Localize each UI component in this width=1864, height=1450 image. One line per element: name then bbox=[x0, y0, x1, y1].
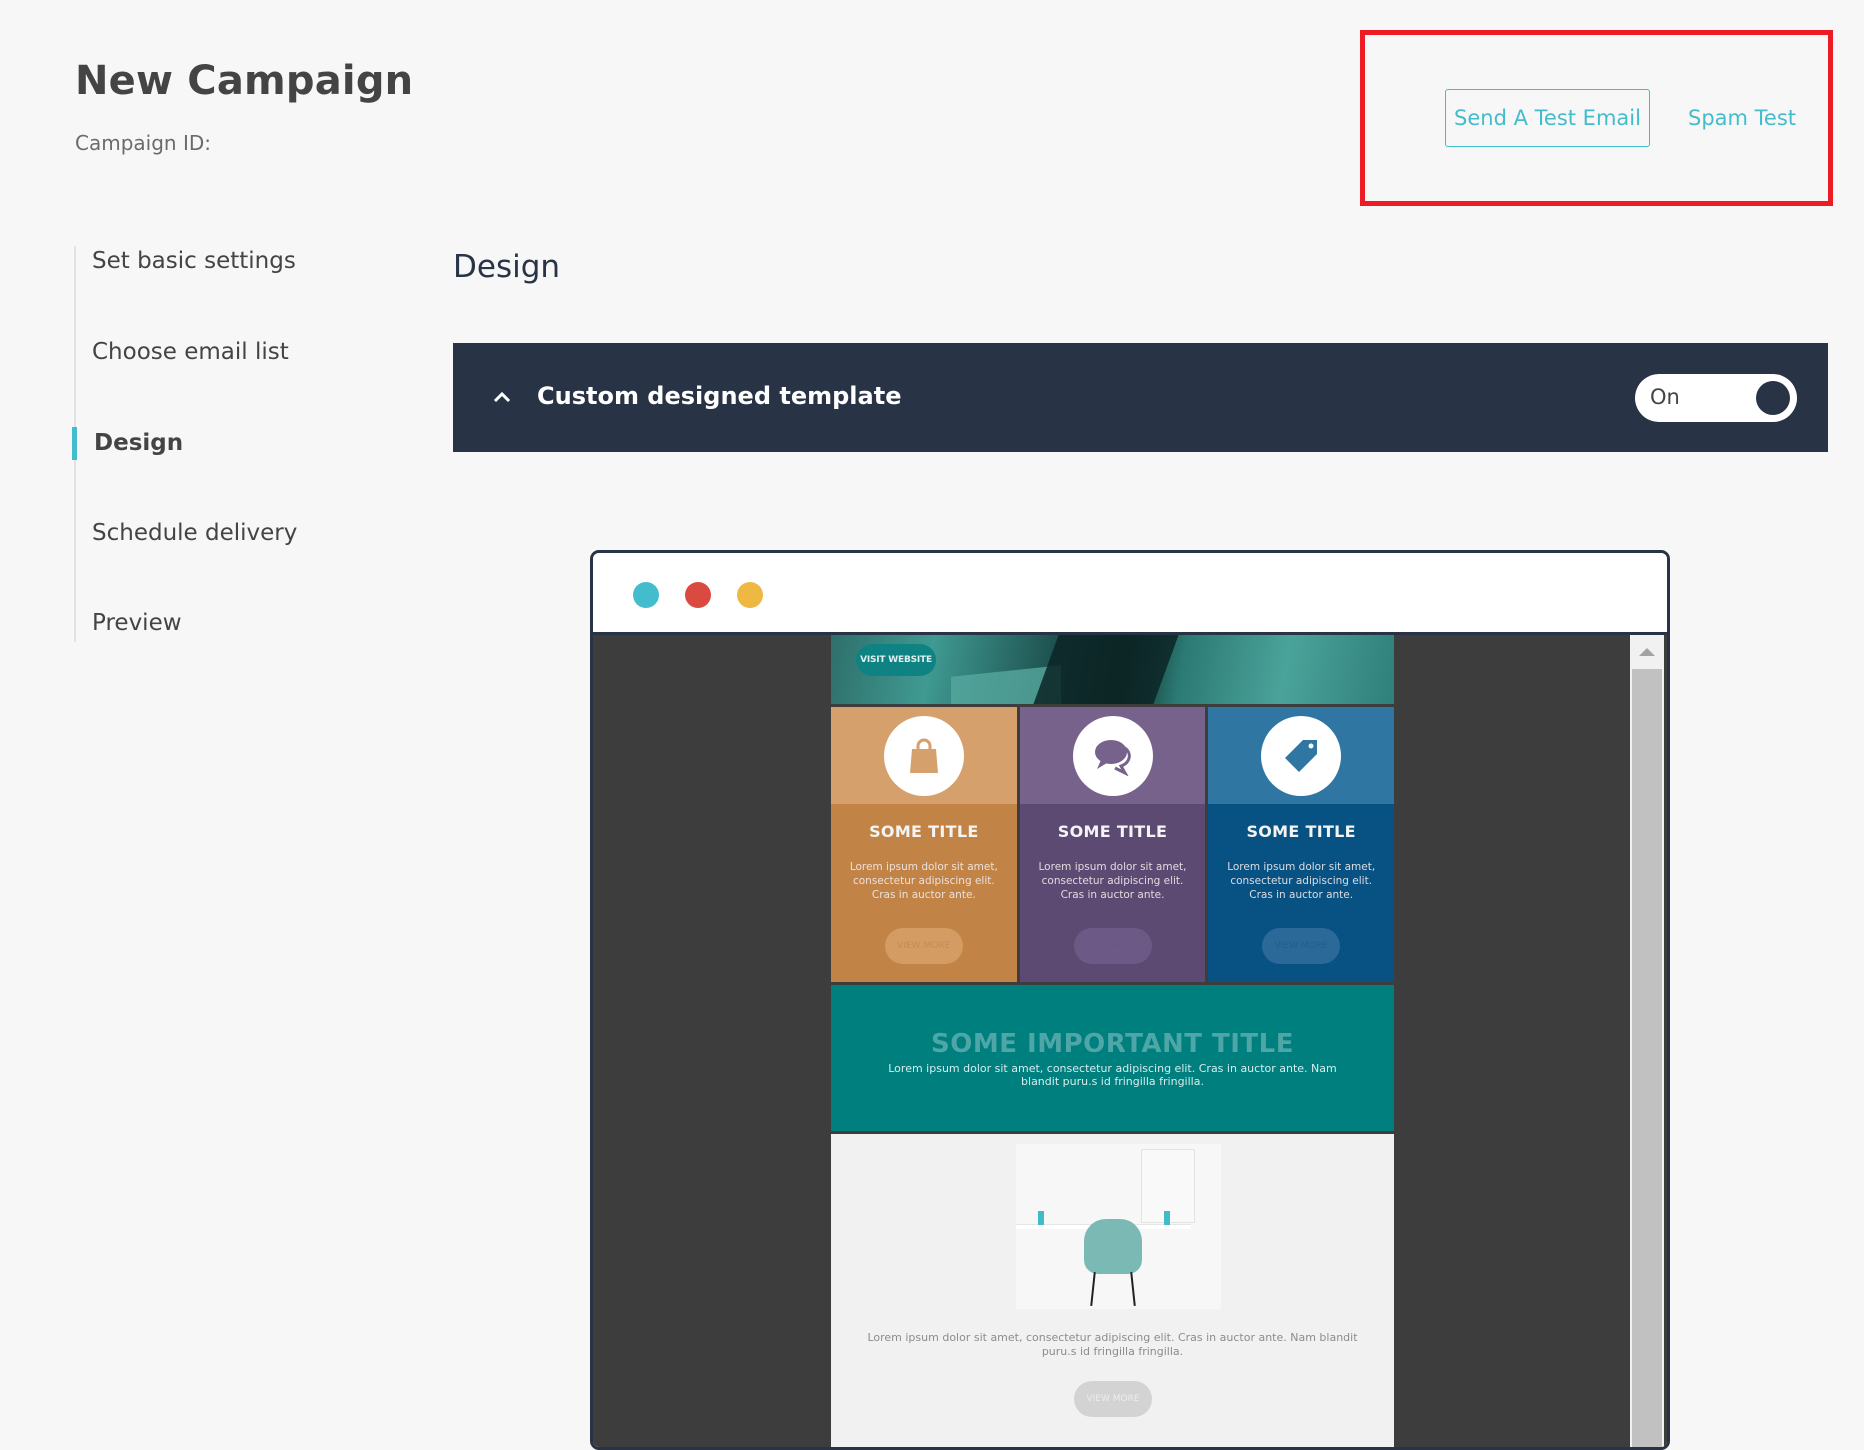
template-panel-label: Custom designed template bbox=[537, 382, 902, 410]
important-section: SOME IMPORTANT TITLE Lorem ipsum dolor s… bbox=[831, 985, 1394, 1131]
card-icon-area bbox=[1019, 707, 1206, 804]
view-more-button[interactable]: VIEW MORE bbox=[1074, 1381, 1152, 1417]
scrollbar-thumb[interactable] bbox=[1632, 669, 1662, 1447]
important-text: Lorem ipsum dolor sit amet, consectetur … bbox=[888, 1061, 1337, 1088]
campaign-id-label: Campaign ID: bbox=[75, 131, 211, 155]
desk-chair-image bbox=[1016, 1144, 1221, 1309]
vase bbox=[1164, 1211, 1170, 1225]
card-text: Lorem ipsum dolor sit amet, consectetur … bbox=[849, 861, 998, 901]
window-dot-teal-icon bbox=[633, 582, 659, 608]
step-schedule-delivery[interactable]: Schedule delivery bbox=[92, 520, 297, 546]
card-icon-area bbox=[1208, 707, 1395, 804]
preview-titlebar bbox=[593, 553, 1667, 635]
toggle-label: On bbox=[1650, 385, 1680, 409]
spam-test-link[interactable]: Spam Test bbox=[1688, 89, 1796, 147]
step-choose-email-list[interactable]: Choose email list bbox=[92, 339, 289, 365]
card-body: SOME TITLE Lorem ipsum dolor sit amet, c… bbox=[1019, 804, 1206, 982]
step-design[interactable]: Design bbox=[94, 430, 183, 456]
template-toggle[interactable]: On bbox=[1635, 374, 1797, 422]
step-preview[interactable]: Preview bbox=[92, 610, 182, 636]
chair-leg bbox=[1090, 1271, 1096, 1307]
card-body: SOME TITLE Lorem ipsum dolor sit amet, c… bbox=[831, 804, 1017, 982]
hero-image: VISIT WEBSITE bbox=[831, 635, 1394, 704]
feature-card: SOME TITLE Lorem ipsum dolor sit amet, c… bbox=[1208, 707, 1395, 982]
window-dot-yellow-icon bbox=[737, 582, 763, 608]
feature-text: Lorem ipsum dolor sit amet, consectetur … bbox=[867, 1331, 1358, 1358]
price-tag-icon bbox=[1265, 719, 1338, 792]
step-set-basic-settings[interactable]: Set basic settings bbox=[92, 248, 296, 274]
card-text: Lorem ipsum dolor sit amet, consectetur … bbox=[1227, 861, 1376, 901]
feature-card: SOME TITLE Lorem ipsum dolor sit amet, c… bbox=[1019, 707, 1206, 982]
preview-scrollbar[interactable] bbox=[1630, 635, 1664, 1447]
card-text: Lorem ipsum dolor sit amet, consectetur … bbox=[1038, 861, 1187, 901]
view-more-button[interactable]: VIEW MORE bbox=[1262, 928, 1341, 964]
window-dot-red-icon bbox=[685, 582, 711, 608]
chat-bubbles-icon bbox=[1076, 719, 1149, 792]
shopping-bag-icon bbox=[887, 719, 960, 792]
view-more-button[interactable]: VIEW MORE bbox=[884, 928, 963, 964]
card-icon-area bbox=[831, 707, 1017, 804]
chair bbox=[1084, 1219, 1142, 1274]
card-title: SOME TITLE bbox=[1246, 822, 1356, 841]
feature-section: Lorem ipsum dolor sit amet, consectetur … bbox=[831, 1134, 1394, 1447]
toggle-knob bbox=[1756, 381, 1790, 415]
view-more-button[interactable]: VIEW MORE bbox=[1073, 928, 1152, 964]
important-title: SOME IMPORTANT TITLE bbox=[931, 1028, 1294, 1059]
card-body: SOME TITLE Lorem ipsum dolor sit amet, c… bbox=[1208, 804, 1395, 982]
section-title: Design bbox=[453, 249, 561, 285]
feature-cards: SOME TITLE Lorem ipsum dolor sit amet, c… bbox=[831, 707, 1395, 982]
visit-website-button[interactable]: VISIT WEBSITE bbox=[856, 644, 936, 676]
feature-card: SOME TITLE Lorem ipsum dolor sit amet, c… bbox=[831, 707, 1017, 982]
email-preview-window: VISIT WEBSITE SOME TITLE Lorem ipsum dol… bbox=[590, 550, 1670, 1450]
card-title: SOME TITLE bbox=[1057, 822, 1168, 841]
page-title: New Campaign bbox=[75, 58, 414, 104]
active-step-marker bbox=[72, 427, 77, 460]
chair-leg bbox=[1130, 1271, 1136, 1307]
vase bbox=[1038, 1211, 1044, 1225]
send-test-email-button[interactable]: Send A Test Email bbox=[1445, 89, 1650, 147]
email-template: VISIT WEBSITE SOME TITLE Lorem ipsum dol… bbox=[831, 635, 1395, 1447]
hero-image-shadow bbox=[1033, 635, 1179, 704]
preview-viewport[interactable]: VISIT WEBSITE SOME TITLE Lorem ipsum dol… bbox=[593, 635, 1667, 1447]
card-title: SOME TITLE bbox=[869, 822, 979, 841]
chevron-up-icon[interactable] bbox=[493, 389, 511, 405]
scroll-up-arrow-icon[interactable] bbox=[1630, 635, 1664, 669]
